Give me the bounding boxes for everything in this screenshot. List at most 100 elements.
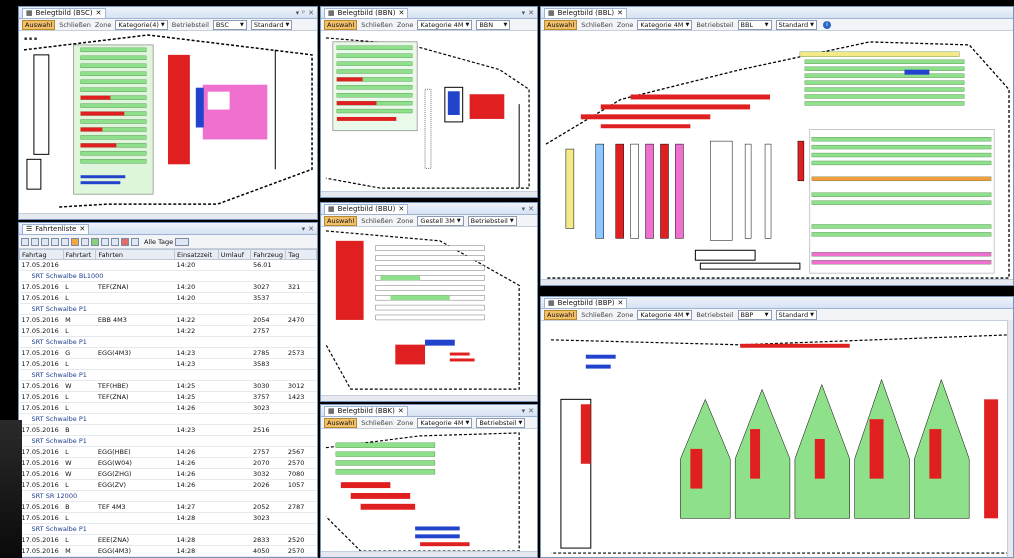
site-select[interactable]: BSC ▼ (212, 19, 247, 30)
horizontal-scrollbar[interactable] (321, 395, 537, 401)
site-select[interactable]: BBN ▼ (476, 19, 511, 30)
column-header[interactable]: Fahrten (95, 249, 176, 260)
new-icon[interactable] (21, 237, 29, 246)
table-group-row[interactable]: SRT Schwalbe P1 (19, 435, 317, 447)
site-select[interactable]: Betriebsteil ▼ (467, 215, 517, 226)
depot-map[interactable] (541, 30, 1013, 285)
table-row[interactable]: 17.05.2016 M EBB 4M3 14:22 2054 2470 (19, 314, 317, 326)
dropdown-icon[interactable]: ▾ (522, 9, 526, 17)
days-filter-label[interactable]: Alle Tage (144, 238, 173, 246)
table-row[interactable]: 17.05.2016 L 14:28 3023 (19, 512, 317, 524)
column-header[interactable]: Fahrzeug (250, 249, 287, 260)
dropdown-icon[interactable]: ▾ (522, 205, 526, 213)
tab-belegtbild-bbp[interactable]: ▦ Belegtbild (BBP) ✕ (544, 297, 628, 308)
close-icon[interactable]: ✕ (617, 9, 623, 18)
close-button[interactable]: Schließen (361, 217, 393, 225)
depot-map[interactable] (321, 226, 537, 401)
table-row[interactable]: 17.05.2016 L 14:23 3583 (19, 358, 317, 370)
print-icon[interactable] (51, 237, 59, 246)
table-group-row[interactable]: SRT Schwalbe P1 (19, 413, 317, 425)
tab-belegtbild-bbu[interactable]: ▦ Belegtbild (BBU) ✕ (324, 203, 409, 214)
vertical-scrollbar[interactable] (1007, 320, 1013, 557)
table-group-row[interactable]: SRT Schwalbe P1 (19, 523, 317, 535)
table-group-row[interactable]: SRT Schwalbe P1 (19, 369, 317, 381)
window-controls[interactable]: ▾ ✕ (522, 9, 534, 17)
close-icon[interactable]: ✕ (79, 225, 85, 234)
depot-map[interactable] (321, 428, 537, 557)
table-row[interactable]: 17.05.2016 L 14:22 2757 (19, 325, 317, 337)
info-icon[interactable]: i (822, 20, 831, 29)
window-controls[interactable]: ▾ ᵖ ✕ (296, 9, 314, 17)
tab-belegtbild-bbn[interactable]: ▦ Belegtbild (BBN) ✕ (324, 7, 409, 18)
horizontal-scrollbar[interactable] (321, 191, 537, 197)
table-row[interactable]: 17.05.2016 L TEF(ZNA) 14:25 3757 1423 (19, 391, 317, 403)
select-button[interactable]: Auswahl (544, 19, 578, 30)
table-row[interactable]: 17.05.2016 14:20 56.01 (19, 259, 317, 271)
table-row[interactable]: 17.05.2016 W TEF(HBE) 14:25 3030 3012 (19, 380, 317, 392)
close-button[interactable]: Schließen (581, 21, 613, 29)
tab-trip-list[interactable]: ☰ Fahrtenliste ✕ (22, 223, 90, 234)
category-select[interactable]: Kategorie(4) ▼ (115, 19, 168, 30)
column-header[interactable]: Fahrtart (62, 249, 97, 260)
close-icon[interactable]: ✕ (398, 9, 404, 18)
tab-belegtbild-bbl[interactable]: ▦ Belegtbild (BBL) ✕ (544, 7, 628, 18)
close-button[interactable]: Schließen (361, 419, 393, 427)
table-row[interactable]: 17.05.2016 G EGG(4M3) 14:23 2785 2573 (19, 347, 317, 359)
table-row[interactable]: 17.05.2016 L EEE(ZNA) 14:28 2833 2520 (19, 534, 317, 546)
select-button[interactable]: Auswahl (324, 417, 358, 428)
close-icon[interactable]: ✕ (528, 407, 534, 415)
depot-map[interactable]: ▪ ▪ ▪ (19, 30, 317, 219)
highlight-icon[interactable] (71, 237, 79, 246)
export-icon[interactable] (101, 237, 109, 246)
column-header[interactable]: Tag (285, 249, 317, 260)
table-row[interactable]: 17.05.2016 M EGG(4M3) 14:28 4050 2570 (19, 545, 317, 557)
category-select[interactable]: Kategorie 4M ▼ (637, 19, 693, 30)
view-select[interactable]: Standard ▼ (775, 309, 817, 320)
close-icon[interactable]: ✕ (96, 9, 102, 18)
refresh-icon[interactable] (111, 237, 119, 246)
tab-belegtbild-bbk[interactable]: ▦ Belegtbild (BBK) ✕ (324, 405, 408, 416)
close-icon[interactable]: ✕ (398, 205, 404, 214)
filter-icon[interactable] (61, 237, 69, 246)
dropdown-icon[interactable]: ▾ (302, 225, 306, 233)
site-select[interactable]: BBL ▼ (737, 19, 772, 30)
calendar-icon[interactable] (175, 237, 190, 246)
check-icon[interactable] (91, 237, 99, 246)
column-header[interactable]: Umlauf (217, 249, 252, 260)
horizontal-scrollbar[interactable] (19, 213, 317, 219)
window-controls[interactable]: ▾ ✕ (302, 225, 314, 233)
select-button[interactable]: Auswahl (324, 215, 358, 226)
view-select[interactable]: Standard ▼ (250, 19, 293, 30)
save-icon[interactable] (41, 237, 49, 246)
table-row[interactable]: 17.05.2016 L 14:26 3023 (19, 402, 317, 414)
close-icon[interactable]: ✕ (398, 407, 404, 416)
column-header[interactable]: Fahrtag (19, 249, 64, 260)
table-group-row[interactable]: SRT SR 12000 (19, 490, 317, 502)
view-select[interactable]: Standard ▼ (775, 19, 817, 30)
dropdown-icon[interactable]: ▾ (522, 407, 526, 415)
close-icon[interactable]: ✕ (528, 9, 534, 17)
settings-icon[interactable] (131, 237, 139, 246)
delete-icon[interactable] (121, 237, 129, 246)
table-row[interactable]: 17.05.2016 W EGG(ZHG) 14:26 3032 7080 (19, 468, 317, 480)
table-row[interactable]: 17.05.2016 B 14:23 2516 (19, 424, 317, 436)
table-row[interactable]: 17.05.2016 L 14:20 3537 (19, 292, 317, 304)
close-button[interactable]: Schließen (59, 21, 91, 29)
close-button[interactable]: Schließen (581, 311, 613, 319)
horizontal-scrollbar[interactable] (541, 279, 1013, 285)
close-icon[interactable]: ✕ (308, 225, 314, 233)
dropdown-icon[interactable]: ▾ (296, 9, 300, 17)
depot-map[interactable] (321, 30, 537, 197)
table-row[interactable]: 17.05.2016 L EGG(ZV) 14:26 2026 1057 (19, 479, 317, 491)
table-row[interactable]: 17.05.2016 L TEF(ZNA) 14:20 3027 321 (19, 281, 317, 293)
close-icon[interactable]: ✕ (617, 299, 623, 308)
table-group-row[interactable]: SRT Schwalbe P1 (19, 336, 317, 348)
table-group-row[interactable]: SRT Schwalbe BL1000 (19, 270, 317, 282)
category-select[interactable]: Gestell 3M ▼ (417, 215, 464, 226)
depot-map[interactable] (541, 320, 1013, 557)
table-row[interactable]: 17.05.2016 B TEF 4M3 14:27 2052 2787 (19, 501, 317, 513)
table-group-row[interactable]: SRT Schwalbe P1 (19, 303, 317, 315)
table-row[interactable]: 17.05.2016 L EGG(HBE) 14:26 2757 2567 (19, 446, 317, 458)
window-controls[interactable]: ▾ ✕ (522, 205, 534, 213)
select-button[interactable]: Auswahl (324, 19, 358, 30)
